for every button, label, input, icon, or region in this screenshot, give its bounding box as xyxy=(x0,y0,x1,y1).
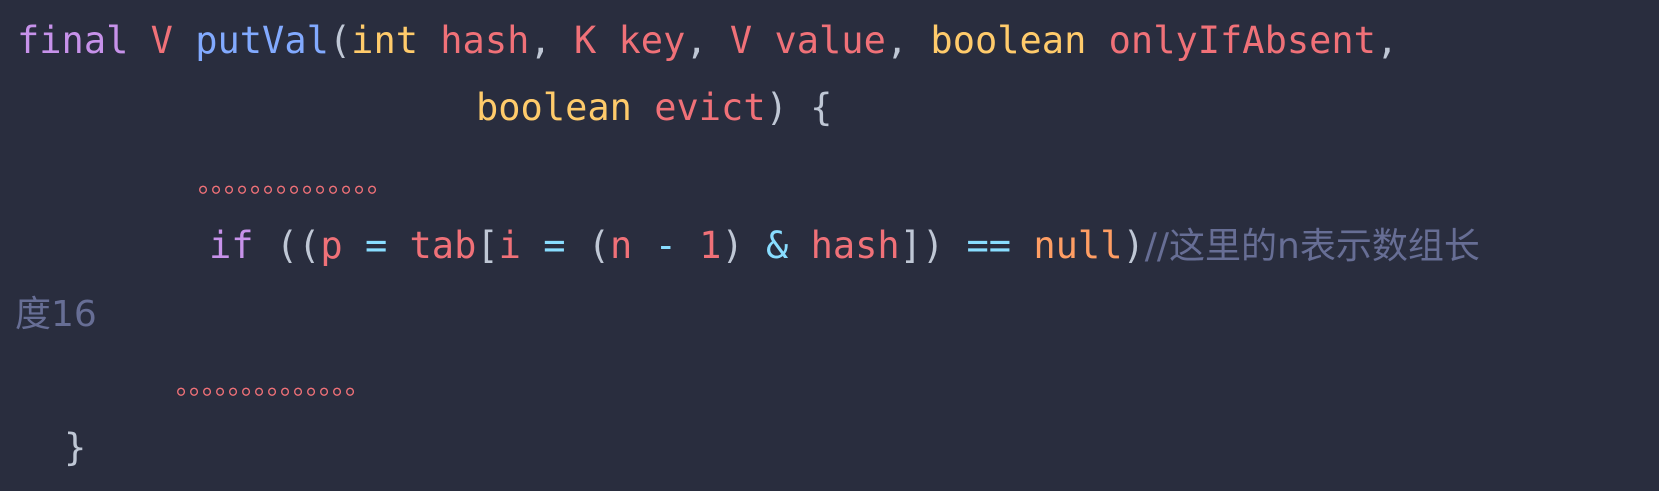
type-boolean: boolean xyxy=(930,19,1087,62)
paren: ) xyxy=(1122,224,1145,267)
type-boolean: boolean xyxy=(476,86,632,129)
brace-close: } xyxy=(64,426,87,469)
type-v: V xyxy=(150,19,173,62)
operator-equals: == xyxy=(966,224,1012,267)
param-value: value xyxy=(774,19,886,62)
param-hash: hash xyxy=(440,19,530,62)
param-evict: evict xyxy=(654,86,766,129)
operator-minus: - xyxy=(654,224,677,267)
keyword-final: final xyxy=(17,19,129,62)
param-key: key xyxy=(618,19,686,62)
code-line-1: final V putVal(int hash, K key, V value,… xyxy=(17,17,1398,65)
comma: , xyxy=(685,19,708,62)
var-i: i xyxy=(498,224,521,267)
brace-open: { xyxy=(810,86,833,129)
function-name: putVal xyxy=(195,19,329,62)
paren-close: ) xyxy=(765,86,788,129)
paren-open: ( xyxy=(328,19,352,62)
type-v: V xyxy=(729,19,753,62)
comma: , xyxy=(1375,19,1399,62)
type-k: K xyxy=(573,19,597,62)
code-comment-continued: 度16 xyxy=(15,294,97,335)
code-comment: //这里的n表示数组长 xyxy=(1144,226,1480,267)
operator-and: & xyxy=(766,224,789,267)
paren: ( xyxy=(587,224,611,267)
code-line-2: boolean evict) { xyxy=(476,84,832,132)
code-line-7: } xyxy=(64,424,86,472)
comma: , xyxy=(885,19,909,62)
number-one: 1 xyxy=(699,224,722,267)
type-int: int xyxy=(351,19,418,62)
var-p: p xyxy=(320,224,343,267)
keyword-null: null xyxy=(1033,224,1123,267)
param-only-if-absent: onlyIfAbsent xyxy=(1108,19,1376,62)
operator-assign: = xyxy=(364,224,388,267)
code-line-5: 度16 xyxy=(15,290,97,338)
var-n: n xyxy=(610,224,633,267)
paren: (( xyxy=(275,224,321,267)
code-line-4: if ((p = tab[i = (n - 1) & hash]) == nul… xyxy=(209,222,1480,270)
ellipsis-dots-2: 。。。。。。。。。。。。。。 xyxy=(176,371,372,401)
keyword-if: if xyxy=(209,224,254,267)
ellipsis-dots-1: 。。。。。。。。。。。。。。 xyxy=(198,169,394,199)
bracket: ]) xyxy=(899,224,945,267)
comma: , xyxy=(529,19,552,62)
var-tab: tab xyxy=(409,224,477,267)
bracket: [ xyxy=(476,224,499,267)
paren: ) xyxy=(721,224,744,267)
var-hash: hash xyxy=(810,224,900,267)
operator-assign: = xyxy=(543,224,566,267)
code-editor: final V putVal(int hash, K key, V value,… xyxy=(0,0,1659,491)
